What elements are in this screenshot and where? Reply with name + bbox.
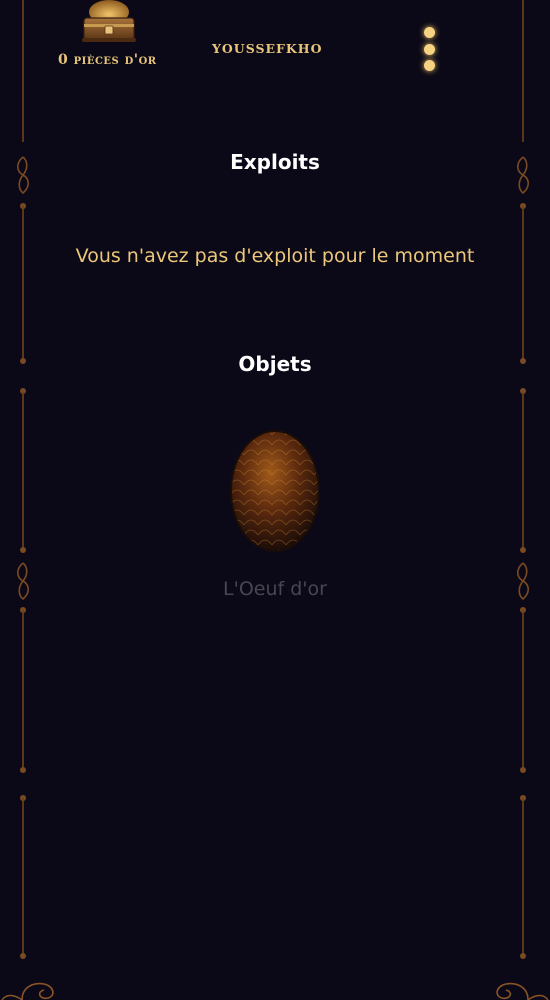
- object-name: L'Oeuf d'or: [223, 578, 327, 600]
- menu-button[interactable]: [416, 22, 444, 76]
- gold-counter: 0 pièces d'or: [58, 52, 157, 68]
- corner-ornament-icon: [496, 982, 549, 1000]
- flourish-ornament-icon: [16, 562, 30, 601]
- gold-label-text: pièces d'or: [73, 52, 157, 68]
- corner-ornament-icon: [1, 982, 54, 1000]
- object-item[interactable]: L'Oeuf d'or: [195, 420, 355, 610]
- gold-amount: 0: [58, 52, 69, 68]
- flourish-ornament-icon: [516, 562, 530, 601]
- treasure-chest-icon[interactable]: [80, 0, 138, 44]
- exploits-empty-message: Vous n'avez pas d'exploit pour le moment: [75, 245, 475, 267]
- exploits-title: Exploits: [230, 150, 320, 174]
- objets-title: Objets: [238, 352, 312, 376]
- golden-egg-icon: [230, 430, 320, 552]
- username: YOUSSEFKHO: [212, 41, 323, 56]
